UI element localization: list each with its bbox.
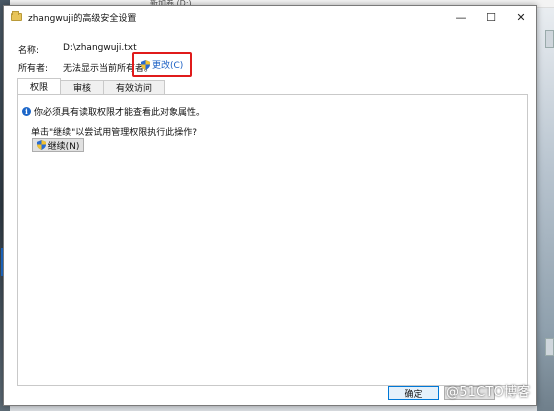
info-icon: i [22,107,31,116]
continue-button-label: 继续(N) [47,141,80,152]
watermark-text: @51CTO博客 [446,385,531,400]
continue-button[interactable]: 继续(N) [32,138,84,152]
background-strip [545,338,554,356]
name-value: D:\zhangwuji.txt [63,43,137,53]
window-controls: — ☐ ✕ [446,6,536,28]
name-label: 名称: [18,46,40,56]
background-right-edge [537,8,554,411]
ok-button[interactable]: 确定 [388,386,439,400]
window-title: zhangwuji的高级安全设置 [28,13,137,24]
background-strip [545,30,554,48]
title-bar[interactable]: zhangwuji的高级安全设置 — ☐ ✕ [4,6,536,28]
tab-effective-access[interactable]: 有效访问 [103,80,166,94]
owner-label: 所有者: [18,64,49,74]
close-button[interactable]: ✕ [506,6,536,28]
change-owner-link[interactable]: 更改(C) [141,58,183,71]
folder-icon [11,11,22,21]
permissions-panel: i 你必须具有读取权限才能查看此对象属性。 单击"继续"以尝试用管理权限执行此操… [17,94,528,386]
tab-auditing[interactable]: 审核 [60,80,105,94]
uac-shield-icon [141,59,150,70]
continue-hint-text: 单击"继续"以尝试用管理权限执行此操作? [31,128,198,138]
info-text: 你必须具有读取权限才能查看此对象属性。 [34,108,206,118]
tab-permissions[interactable]: 权限 [17,78,62,94]
info-message: i 你必须具有读取权限才能查看此对象属性。 [22,105,205,118]
uac-shield-icon [36,140,46,150]
minimize-button[interactable]: — [446,6,476,28]
advanced-security-settings-window: zhangwuji的高级安全设置 — ☐ ✕ 名称: D:\zhangwuji.… [3,5,537,406]
maximize-button[interactable]: ☐ [476,6,506,28]
tab-strip: 权限 审核 有效访问 [17,78,166,94]
change-owner-label: 更改(C) [152,61,184,71]
